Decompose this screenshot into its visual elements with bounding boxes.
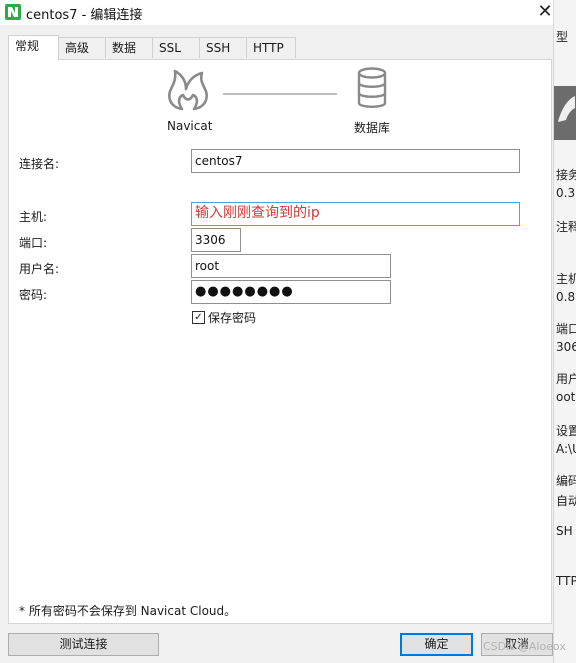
tab-ssh[interactable]: SSH	[199, 37, 247, 58]
dolphin-icon	[558, 96, 575, 122]
database-label: 数据库	[354, 121, 391, 135]
connection-name-label: 连接名:	[19, 157, 60, 171]
background-banner	[554, 86, 576, 140]
background-window: 型 接务 0.3 注释 主机 0.8 端口 306 用户 oot 设置 A:\U…	[553, 0, 576, 663]
password-label: 密码:	[19, 288, 48, 302]
host-label: 主机:	[19, 210, 48, 224]
tab-http[interactable]: HTTP	[246, 37, 296, 58]
bg-text: 306	[556, 340, 576, 354]
tab-ssl[interactable]: SSL	[152, 37, 200, 58]
bg-text: 主机	[556, 272, 576, 286]
bg-text: 0.8	[556, 290, 576, 304]
bg-text: 自动	[556, 494, 576, 508]
save-password-checkbox[interactable]: ✓	[192, 311, 205, 324]
password-input[interactable]: ●●●●●●●●	[191, 280, 391, 304]
bg-text: oot	[556, 390, 576, 404]
bg-text-top: 型	[556, 30, 569, 44]
connection-line	[223, 93, 337, 95]
window-title: centos7 - 编辑连接	[26, 8, 143, 23]
port-label: 端口:	[19, 236, 48, 250]
bg-text: 端口	[556, 322, 576, 336]
ok-button[interactable]: 确定	[400, 633, 473, 656]
save-password-label[interactable]: 保存密码	[208, 309, 256, 326]
bg-text: 用户	[556, 372, 576, 386]
connection-name-input[interactable]: centos7	[191, 149, 520, 173]
username-input[interactable]: root	[191, 254, 391, 278]
general-panel: Navicat 数据库 连接名: centos7 主机: 输入刚刚查询到的ip …	[8, 59, 552, 624]
navicat-logo-icon	[168, 69, 208, 111]
tab-advanced[interactable]: 高级	[58, 37, 106, 58]
navicat-label: Navicat	[167, 119, 213, 133]
title-bar[interactable]: centos7 - 编辑连接 ✕	[0, 0, 553, 25]
database-icon	[357, 67, 387, 108]
host-input[interactable]: 输入刚刚查询到的ip	[191, 202, 520, 226]
edit-connection-dialog: centos7 - 编辑连接 ✕ 常规 高级 数据库 SSL SSH HTTP …	[0, 0, 553, 663]
port-input[interactable]: 3306	[191, 228, 241, 252]
navicat-app-icon	[5, 4, 21, 20]
tab-general[interactable]: 常规	[8, 35, 59, 60]
connection-diagram: Navicat 数据库	[9, 60, 551, 140]
close-button[interactable]: ✕	[535, 2, 555, 22]
csdn-watermark: CSDN @Aloeox	[483, 640, 566, 653]
bg-text: 接务	[556, 168, 576, 182]
bg-text: TTP	[556, 574, 576, 588]
cloud-password-note: * 所有密码不会保存到 Navicat Cloud。	[19, 604, 237, 618]
bg-text: 注释	[556, 220, 576, 234]
bg-text: 设置	[556, 424, 576, 438]
username-label: 用户名:	[19, 262, 60, 276]
bg-text: 编码	[556, 474, 576, 488]
bg-text: A:\U	[556, 442, 576, 456]
bg-text: 0.3	[556, 186, 576, 200]
test-connection-button[interactable]: 测试连接	[8, 633, 159, 656]
bg-text: SH	[556, 524, 573, 538]
tab-databases[interactable]: 数据库	[105, 37, 153, 75]
